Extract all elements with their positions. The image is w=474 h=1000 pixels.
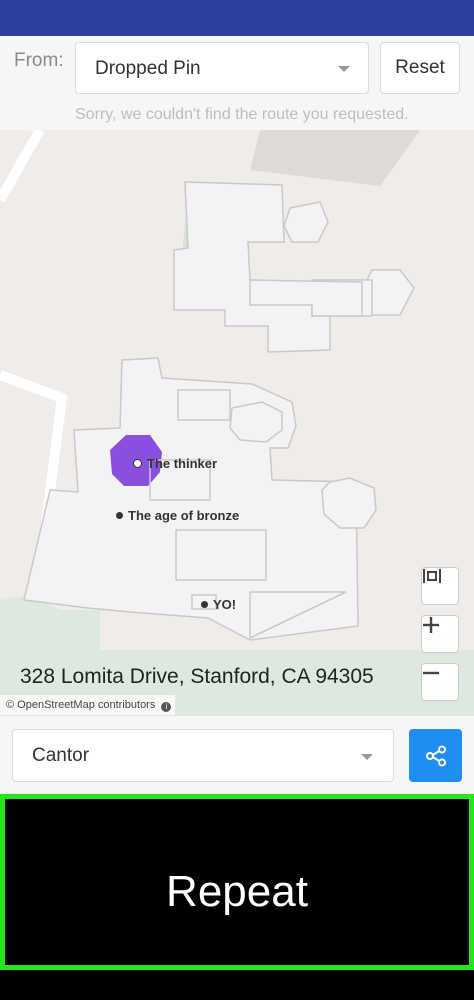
from-label: From: [14,50,64,71]
share-icon [425,745,446,766]
zoom-out-button[interactable] [421,663,459,701]
from-select-value: Dropped Pin [95,58,201,79]
poi-marker-icon [201,601,208,608]
poi-label: The age of bronze [128,508,240,523]
destination-select-value: Cantor [32,745,90,766]
map[interactable]: The thinker The age of bronze YO! 328 Lo… [0,130,474,716]
poi-yo[interactable]: YO! [201,597,236,612]
zoom-in-button[interactable] [421,615,459,653]
poi-marker-icon [116,512,123,519]
repeat-button[interactable]: Repeat [0,794,474,970]
repeat-label: Repeat [166,867,308,916]
map-address: 328 Lomita Drive, Stanford, CA 94305 [20,665,374,688]
map-attribution[interactable]: © OpenStreetMap contributors i [0,695,176,715]
from-select[interactable]: Dropped Pin [75,42,369,94]
poi-label: The thinker [147,456,218,471]
zoom-in-icon [423,617,439,633]
attribution-text: © OpenStreetMap contributors [6,699,156,711]
chevron-down-icon [361,754,373,760]
fit-bounds-button[interactable] [421,567,459,605]
destination-select[interactable]: Cantor [12,729,394,782]
share-button[interactable] [409,729,462,782]
destination-panel: Cantor [0,716,474,794]
poi-label: YO! [213,597,237,612]
poi-the-age-of-bronze[interactable]: The age of bronze [116,508,239,523]
poi-the-thinker[interactable]: The thinker [133,456,217,471]
route-panel: From: Dropped Pin Reset Sorry, we couldn… [0,36,474,130]
info-icon[interactable]: i [161,702,172,712]
status-bar [0,0,474,36]
reset-button[interactable]: Reset [380,42,460,94]
zoom-out-icon [423,671,439,675]
chevron-down-icon [338,66,350,72]
route-error-message: Sorry, we couldn't find the route you re… [75,106,409,123]
map-canvas[interactable] [0,130,474,716]
poi-marker-icon [133,459,142,468]
fit-bounds-icon [423,569,441,583]
